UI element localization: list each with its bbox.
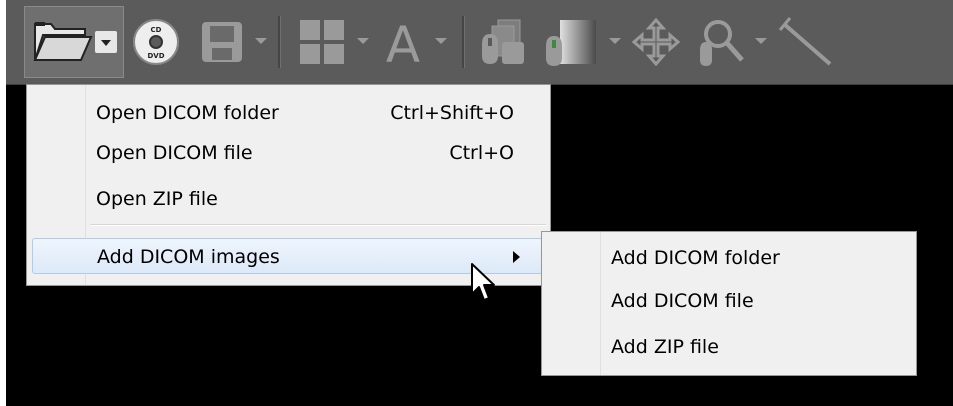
- menu-item-label: Add DICOM images: [97, 246, 280, 268]
- menu-separator: [90, 224, 546, 226]
- measure-button[interactable]: [778, 16, 838, 68]
- menu-item-open-zip-file[interactable]: Open ZIP file: [27, 181, 550, 217]
- chevron-down-icon: [357, 38, 369, 44]
- cd-dvd-button[interactable]: CD DVD: [130, 16, 182, 68]
- menu-item-open-dicom-file[interactable]: Open DICOM file Ctrl+O: [27, 135, 550, 171]
- save-dropdown[interactable]: [252, 30, 270, 50]
- menu-item-open-dicom-folder[interactable]: Open DICOM folder Ctrl+Shift+O: [27, 95, 550, 131]
- mouse-cursor-icon: [471, 263, 495, 301]
- chevron-down-icon: [609, 38, 621, 44]
- zoom-icon: [700, 20, 744, 66]
- toolbar-separator: [462, 16, 465, 68]
- svg-text:CD: CD: [151, 26, 162, 34]
- menu-item-label: Add ZIP file: [611, 336, 719, 358]
- submenu-item-add-zip-file[interactable]: Add ZIP file: [542, 329, 916, 365]
- layout-button[interactable]: [296, 16, 348, 68]
- open-dropdown-button[interactable]: [95, 31, 117, 53]
- main-toolbar: CD DVD A: [6, 0, 953, 85]
- toolbar-separator: [278, 16, 281, 68]
- menu-item-shortcut: Ctrl+O: [449, 142, 514, 164]
- svg-text:A: A: [386, 16, 420, 68]
- chevron-down-icon: [435, 38, 447, 44]
- annotation-button[interactable]: A: [378, 16, 428, 74]
- zoom-dropdown[interactable]: [752, 30, 770, 50]
- text-annotation-icon: A: [386, 16, 420, 74]
- layout-dropdown[interactable]: [354, 30, 372, 50]
- svg-text:DVD: DVD: [147, 52, 164, 60]
- menu-item-add-dicom-images[interactable]: Add DICOM images: [32, 238, 545, 274]
- menu-item-label: Add DICOM file: [611, 290, 754, 312]
- menu-item-shortcut: Ctrl+Shift+O: [390, 102, 514, 124]
- cd-dvd-icon: CD DVD: [133, 19, 179, 65]
- submenu-item-add-dicom-file[interactable]: Add DICOM file: [542, 283, 916, 319]
- series-button[interactable]: [476, 16, 528, 68]
- window-level-dropdown[interactable]: [606, 30, 624, 50]
- submenu-arrow-icon: [513, 251, 520, 263]
- open-menu: Open DICOM folder Ctrl+Shift+O Open DICO…: [26, 84, 551, 286]
- save-icon: [202, 22, 242, 62]
- menu-item-label: Open DICOM folder: [96, 102, 279, 124]
- open-folder-icon: [33, 22, 93, 61]
- open-folder-button[interactable]: [24, 6, 124, 78]
- pan-button[interactable]: [630, 16, 682, 68]
- add-dicom-submenu: Add DICOM folder Add DICOM file Add ZIP …: [541, 231, 917, 376]
- measure-line-icon: [778, 17, 832, 66]
- submenu-item-add-dicom-folder[interactable]: Add DICOM folder: [542, 240, 916, 276]
- menu-item-label: Open ZIP file: [96, 188, 218, 210]
- layout-grid-icon: [300, 20, 344, 64]
- zoom-button[interactable]: [696, 16, 748, 68]
- menu-item-label: Open DICOM file: [96, 142, 253, 164]
- chevron-down-icon: [755, 38, 767, 44]
- series-icon: [482, 19, 524, 64]
- window-level-button[interactable]: [544, 16, 600, 68]
- save-button[interactable]: [198, 16, 246, 68]
- chevron-down-icon: [255, 38, 267, 44]
- chevron-down-icon: [101, 40, 111, 46]
- annotation-dropdown[interactable]: [432, 30, 450, 50]
- pan-icon: [631, 17, 681, 67]
- menu-item-label: Add DICOM folder: [611, 247, 780, 269]
- window-level-icon: [546, 20, 596, 66]
